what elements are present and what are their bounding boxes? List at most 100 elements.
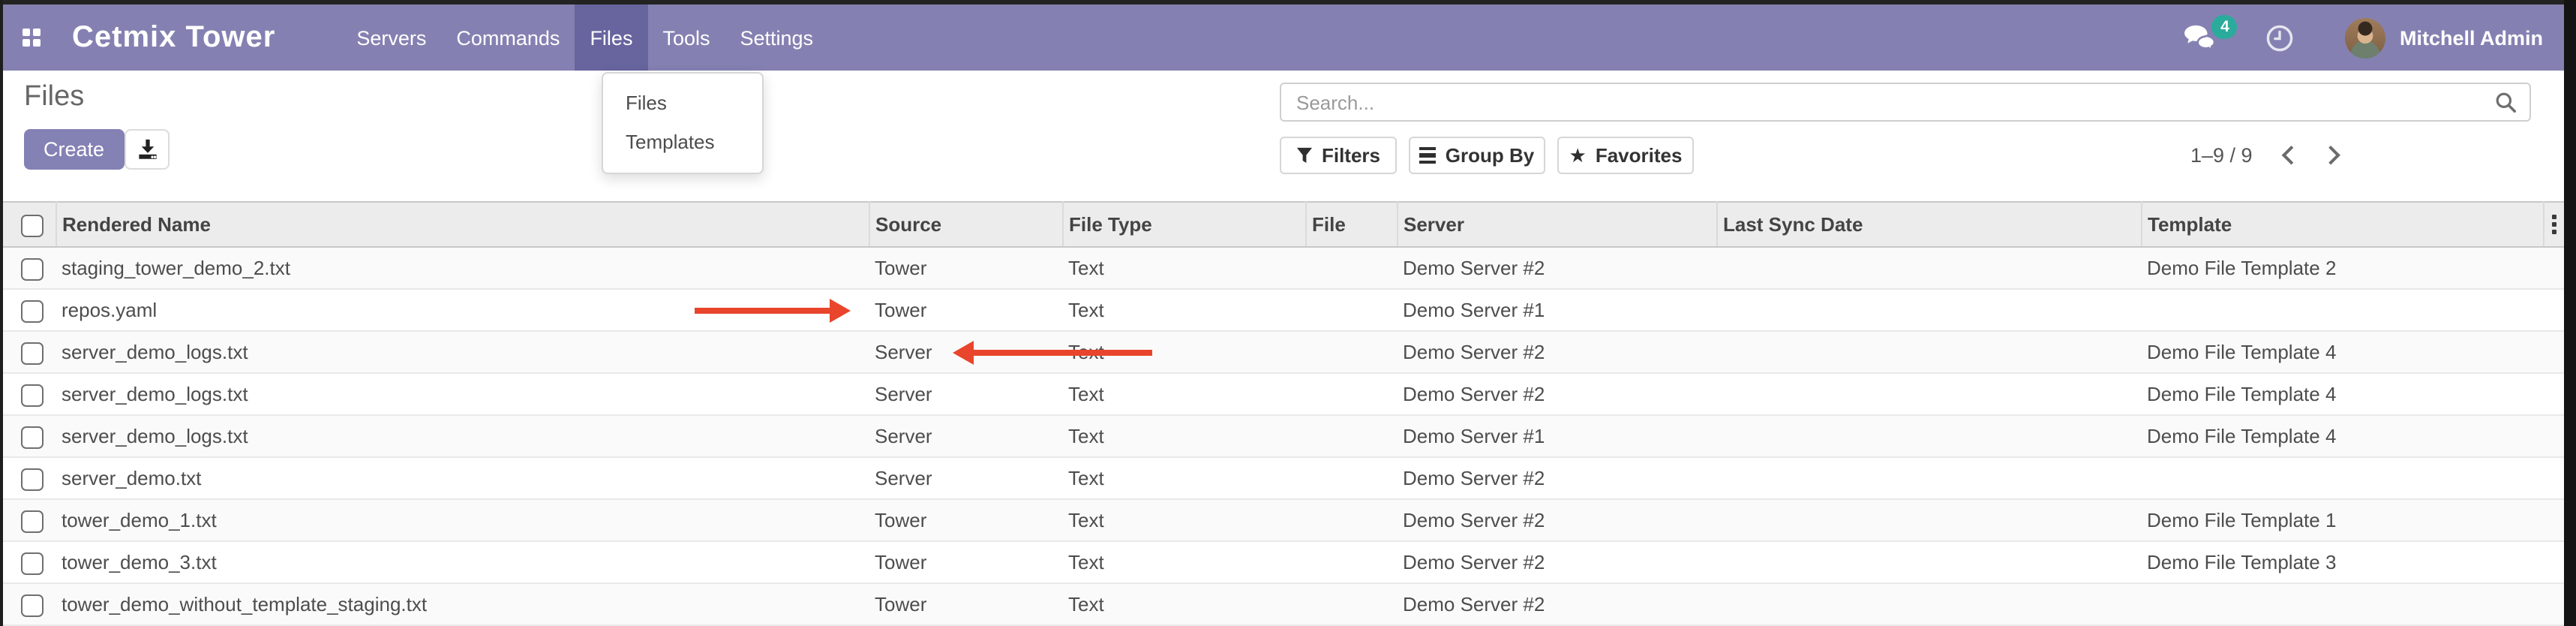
row-checkbox[interactable]	[21, 384, 44, 406]
menu-item-servers[interactable]: Servers	[341, 5, 441, 71]
navbar-right: 4 Mitchell Admin	[2184, 17, 2564, 58]
column-header-file-type[interactable]: File Type	[1062, 202, 1305, 247]
cell-file-type: Text	[1062, 289, 1305, 331]
column-header-template[interactable]: Template	[2141, 202, 2543, 247]
cell-source: Server	[869, 415, 1062, 457]
next-page-icon[interactable]	[2322, 146, 2340, 165]
window-top-edge	[0, 0, 2576, 5]
cell-template: Demo File Template 2	[2141, 247, 2543, 289]
cell-rendered-name: server_demo_logs.txt	[56, 373, 869, 415]
messages-button[interactable]: 4	[2184, 23, 2218, 52]
cell-last-sync-date	[1716, 541, 2141, 583]
cell-file	[1305, 499, 1397, 541]
pager-range: 1–9 / 9	[2190, 144, 2253, 167]
table-row[interactable]: tower_demo_1.txt Tower Text Demo Server …	[0, 499, 2564, 541]
window-left-edge	[0, 0, 3, 626]
table-row[interactable]: server_demo_logs.txt Server Text Demo Se…	[0, 373, 2564, 415]
cell-template	[2141, 289, 2543, 331]
search-icon[interactable]	[2495, 91, 2517, 113]
search-input[interactable]	[1281, 91, 2495, 113]
cell-rendered-name: tower_demo_1.txt	[56, 499, 869, 541]
previous-page-icon[interactable]	[2283, 146, 2301, 165]
cell-last-sync-date	[1716, 415, 2141, 457]
cell-last-sync-date	[1716, 331, 2141, 373]
table-row[interactable]: staging_tower_demo_2.txt Tower Text Demo…	[0, 247, 2564, 289]
row-checkbox[interactable]	[21, 299, 44, 322]
menu-item-files[interactable]: Files	[575, 5, 647, 71]
window-right-edge	[2564, 0, 2576, 626]
column-header-server[interactable]: Server	[1397, 202, 1716, 247]
cell-file	[1305, 247, 1397, 289]
cell-template: Demo File Template 1	[2141, 499, 2543, 541]
cell-server: Demo Server #2	[1397, 499, 1716, 541]
activities-clock-icon[interactable]	[2266, 23, 2295, 52]
cell-last-sync-date	[1716, 457, 2141, 499]
row-checkbox[interactable]	[21, 257, 44, 280]
apps-grid-icon[interactable]	[23, 29, 41, 47]
menu-item-tools[interactable]: Tools	[647, 5, 725, 71]
favorites-star-icon: ★	[1569, 146, 1587, 165]
row-checkbox[interactable]	[21, 426, 44, 448]
column-options-icon[interactable]	[2550, 214, 2558, 234]
table-header-row: Rendered Name Source File Type File Serv…	[0, 202, 2564, 247]
cell-file-type: Text	[1062, 415, 1305, 457]
group-by-bars-icon	[1420, 147, 1437, 163]
cell-file	[1305, 541, 1397, 583]
cell-file	[1305, 457, 1397, 499]
cell-rendered-name: staging_tower_demo_2.txt	[56, 247, 869, 289]
files-dropdown-menu: Files Templates	[602, 72, 764, 174]
row-checkbox[interactable]	[21, 594, 44, 616]
cell-source: Server	[869, 373, 1062, 415]
table-row[interactable]: server_demo_logs.txt Server Text Demo Se…	[0, 415, 2564, 457]
annotation-arrow-right	[695, 299, 851, 323]
cell-rendered-name: tower_demo_without_template_staging.txt	[56, 583, 869, 625]
row-checkbox[interactable]	[21, 552, 44, 574]
cell-source: Tower	[869, 583, 1062, 625]
user-menu[interactable]: Mitchell Admin	[2400, 26, 2543, 49]
dropdown-item-templates[interactable]: Templates	[603, 123, 762, 162]
import-button[interactable]	[125, 129, 170, 170]
favorites-button[interactable]: ★ Favorites	[1557, 137, 1694, 174]
cell-server: Demo Server #2	[1397, 541, 1716, 583]
messages-count-badge: 4	[2212, 14, 2238, 38]
cell-last-sync-date	[1716, 583, 2141, 625]
row-checkbox[interactable]	[21, 510, 44, 532]
cell-file-type: Text	[1062, 247, 1305, 289]
table-row[interactable]: repos.yaml Tower Text Demo Server #1	[0, 289, 2564, 331]
select-all-checkbox[interactable]	[21, 214, 44, 236]
cell-file-type: Text	[1062, 373, 1305, 415]
cell-file	[1305, 415, 1397, 457]
table-row[interactable]: server_demo.txt Server Text Demo Server …	[0, 457, 2564, 499]
table-row[interactable]: tower_demo_without_template_staging.txt …	[0, 583, 2564, 625]
files-list-table: Rendered Name Source File Type File Serv…	[0, 201, 2564, 626]
row-checkbox[interactable]	[21, 468, 44, 490]
page-title: Files	[24, 81, 84, 114]
cell-last-sync-date	[1716, 247, 2141, 289]
annotation-arrow-left	[953, 341, 1152, 365]
cell-file-type: Text	[1062, 541, 1305, 583]
group-by-button[interactable]: Group By	[1409, 137, 1545, 174]
filter-funnel-icon	[1296, 147, 1313, 164]
menu-item-commands[interactable]: Commands	[441, 5, 575, 71]
cell-last-sync-date	[1716, 499, 2141, 541]
cell-last-sync-date	[1716, 373, 2141, 415]
brand-title: Cetmix Tower	[72, 20, 275, 55]
top-navbar: Cetmix Tower Servers Commands Files Tool…	[3, 5, 2564, 71]
user-avatar[interactable]	[2346, 17, 2386, 58]
dropdown-item-files[interactable]: Files	[603, 84, 762, 123]
download-icon	[136, 138, 158, 161]
create-button[interactable]: Create	[24, 129, 124, 170]
cell-file	[1305, 373, 1397, 415]
column-header-source[interactable]: Source	[869, 202, 1062, 247]
column-header-last-sync-date[interactable]: Last Sync Date	[1716, 202, 2141, 247]
table-row[interactable]: server_demo_logs.txt Server Text Demo Se…	[0, 331, 2564, 373]
row-checkbox[interactable]	[21, 342, 44, 364]
column-header-rendered-name[interactable]: Rendered Name	[56, 202, 869, 247]
filters-button[interactable]: Filters	[1280, 137, 1397, 174]
cell-source: Tower	[869, 289, 1062, 331]
table-row[interactable]: tower_demo_3.txt Tower Text Demo Server …	[0, 541, 2564, 583]
menu-item-settings[interactable]: Settings	[725, 5, 829, 71]
cell-template: Demo File Template 3	[2141, 541, 2543, 583]
cell-server: Demo Server #2	[1397, 331, 1716, 373]
column-header-file[interactable]: File	[1305, 202, 1397, 247]
